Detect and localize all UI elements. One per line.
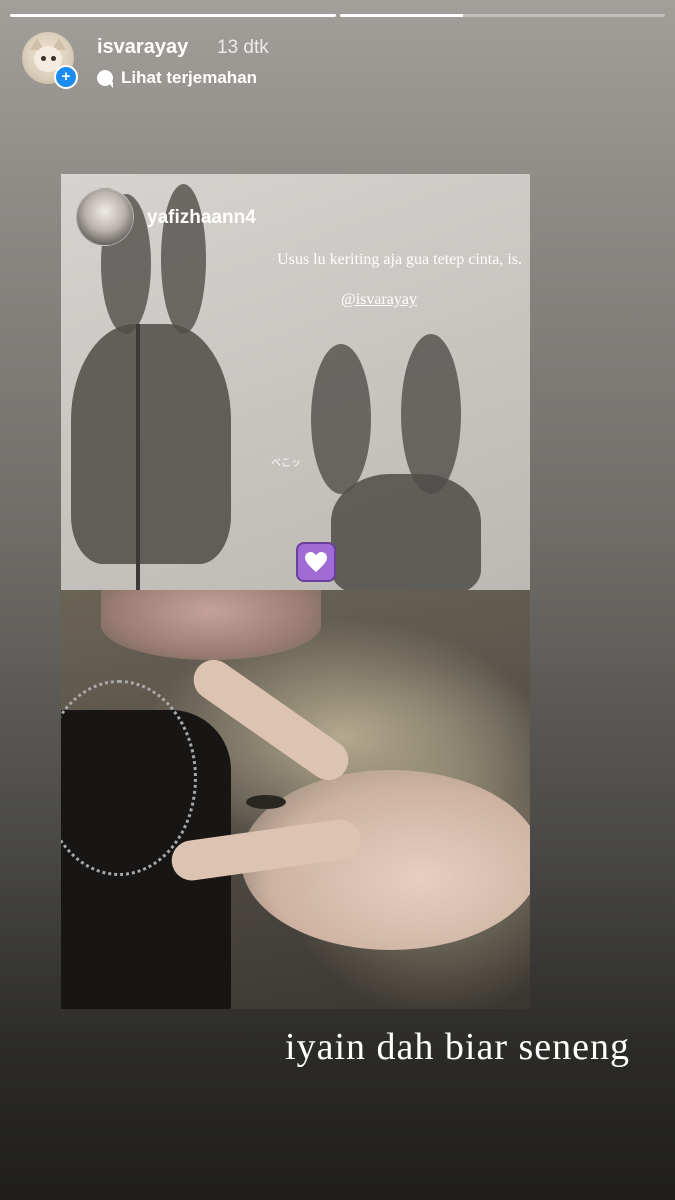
- mention-text: @isvarayay: [340, 291, 417, 308]
- story-caption: iyain dah biar seneng: [285, 1026, 630, 1068]
- repost-avatar[interactable]: [76, 188, 134, 246]
- white-heart-icon: [296, 542, 336, 582]
- mention-tag[interactable]: @isvarayay: [61, 291, 417, 309]
- repost-quote: Usus lu keriting aja gua tetep cinta, is…: [277, 251, 522, 268]
- story-header: + isvarayay 13 dtk Lihat terjemahan: [22, 32, 655, 92]
- shadow-shape: [331, 474, 481, 590]
- story-segment-fill: [10, 14, 336, 17]
- photo-eye: [246, 795, 286, 809]
- add-story-icon[interactable]: +: [54, 65, 78, 89]
- timestamp: 13 dtk: [217, 37, 269, 58]
- avatar-eye: [41, 56, 46, 61]
- avatar-eye: [51, 56, 56, 61]
- story-segment: [10, 14, 336, 17]
- username[interactable]: isvarayay: [97, 36, 188, 59]
- shadow-shape: [311, 344, 371, 494]
- repost-username[interactable]: yafizhaann4: [147, 207, 256, 229]
- image-text: べこッ: [271, 458, 301, 469]
- reposted-image-card[interactable]: yafizhaann4 Usus lu keriting aja gua tet…: [61, 174, 530, 590]
- story-progress-bar: [10, 14, 665, 17]
- see-translation-link[interactable]: Lihat terjemahan: [97, 68, 257, 88]
- story-segment-fill: [339, 14, 464, 17]
- translate-bubble-icon: [97, 70, 113, 88]
- photo-lips: [101, 590, 321, 660]
- shadow-pole: [136, 324, 140, 590]
- shadow-shape: [401, 334, 461, 494]
- selfie-photo[interactable]: [61, 590, 530, 1009]
- story-segment: [339, 14, 665, 17]
- shadow-shape: [71, 324, 231, 564]
- see-translation-label: Lihat terjemahan: [121, 68, 258, 87]
- heart-icon: [305, 552, 327, 572]
